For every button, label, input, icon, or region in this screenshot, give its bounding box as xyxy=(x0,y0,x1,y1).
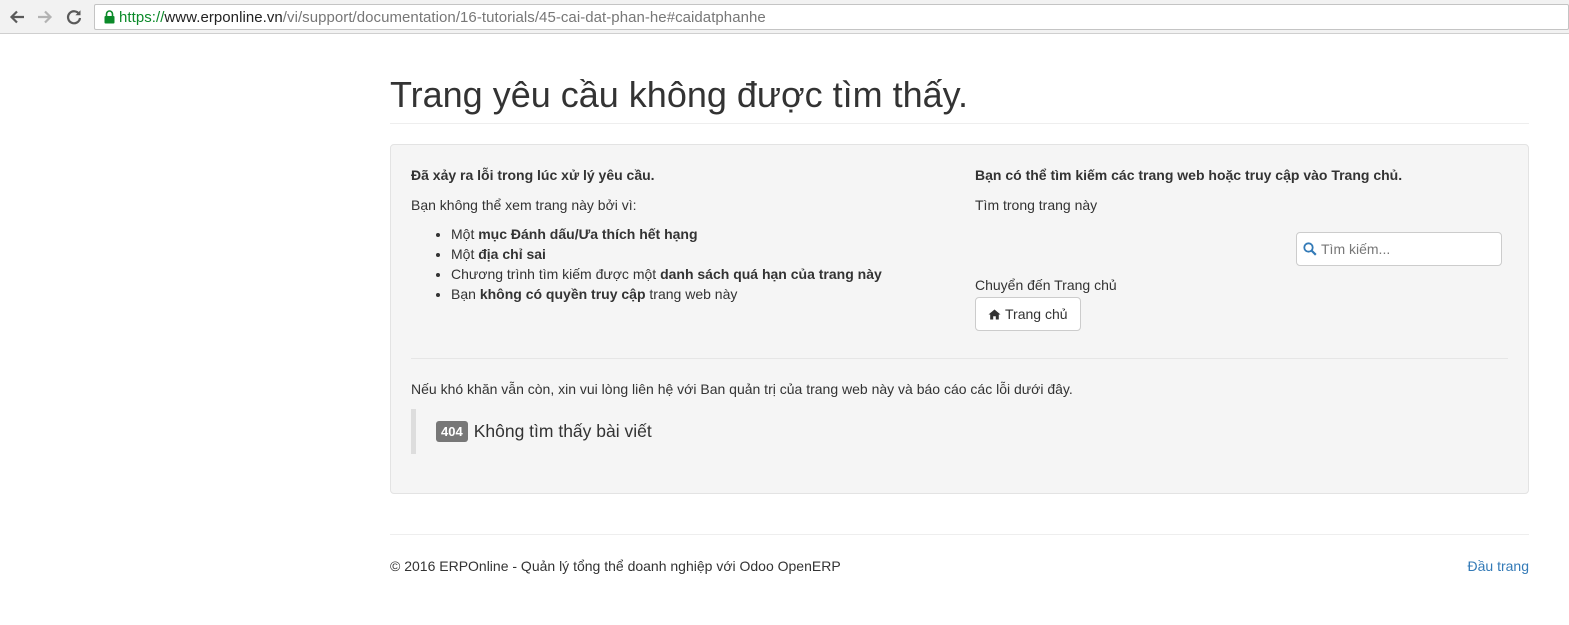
error-panel: Đã xảy ra lỗi trong lúc xử lý yêu cầu. B… xyxy=(390,144,1529,494)
home-button-label: Trang chủ xyxy=(1005,306,1068,322)
url-host: www.erponline.vn xyxy=(164,8,283,26)
reason-item: Một địa chỉ sai xyxy=(451,244,951,264)
panel-divider xyxy=(411,358,1508,359)
home-button[interactable]: Trang chủ xyxy=(975,297,1081,331)
reason-text: Một xyxy=(451,226,479,242)
reason-text: trang web này xyxy=(645,286,738,302)
reason-text: Bạn xyxy=(451,286,480,302)
reload-icon[interactable] xyxy=(64,7,84,27)
back-arrow-icon[interactable] xyxy=(7,7,27,27)
forward-arrow-icon[interactable] xyxy=(35,7,55,27)
url-text: https://www.erponline.vn/vi/support/docu… xyxy=(119,9,766,26)
title-divider xyxy=(390,123,1529,124)
reason-item: Bạn không có quyền truy cập trang web nà… xyxy=(451,284,951,304)
search-label: Tìm trong trang này xyxy=(975,197,1098,213)
reason-text: Chương trình tìm kiếm được một xyxy=(451,266,661,282)
home-icon xyxy=(988,309,1001,320)
reason-item: Một mục Đánh dấu/Ưa thích hết hạng xyxy=(451,224,951,244)
contact-text: Nếu khó khăn vẫn còn, xin vui lòng liên … xyxy=(411,381,1073,397)
search-box[interactable] xyxy=(1296,232,1502,266)
address-bar[interactable]: https://www.erponline.vn/vi/support/docu… xyxy=(94,4,1569,30)
search-heading: Bạn có thể tìm kiếm các trang web hoặc t… xyxy=(975,167,1403,183)
error-reasons-column: Đã xảy ra lỗi trong lúc xử lý yêu cầu. B… xyxy=(411,165,951,304)
reasons-list: Một mục Đánh dấu/Ưa thích hết hạng Một đ… xyxy=(411,224,951,304)
search-input[interactable] xyxy=(1321,241,1491,257)
error-message: Không tìm thấy bài viết xyxy=(473,421,652,441)
browser-toolbar: https://www.erponline.vn/vi/support/docu… xyxy=(0,0,1569,34)
url-scheme: https:// xyxy=(119,8,165,26)
lock-icon xyxy=(101,4,117,30)
footer-copyright: © 2016 ERPOnline - Quản lý tổng thể doan… xyxy=(390,558,841,574)
reason-item: Chương trình tìm kiếm được một danh sách… xyxy=(451,264,951,284)
back-to-top-link[interactable]: Đầu trang xyxy=(1468,556,1529,576)
footer-divider xyxy=(390,534,1529,535)
search-icon xyxy=(1303,242,1317,256)
reason-bold-text: mục Đánh dấu/Ưa thích hết hạng xyxy=(478,226,698,242)
reason-bold-text: không có quyền truy cập xyxy=(479,286,646,302)
home-label: Chuyển đến Trang chủ xyxy=(975,277,1117,293)
page-title: Trang yêu cầu không được tìm thấy. xyxy=(390,74,968,115)
error-blockquote: 404 Không tìm thấy bài viết xyxy=(411,409,652,454)
reasons-intro: Bạn không thể xem trang này bởi vì: xyxy=(411,197,637,213)
reason-bold-text: địa chỉ sai xyxy=(478,246,546,262)
reason-text: Một xyxy=(451,246,479,262)
url-path: /vi/support/documentation/16-tutorials/4… xyxy=(282,8,766,26)
reason-bold-text: danh sách quá hạn của trang này xyxy=(660,266,882,282)
error-code-badge: 404 xyxy=(436,421,468,442)
search-home-column: Bạn có thể tìm kiếm các trang web hoặc t… xyxy=(975,165,1515,331)
error-heading: Đã xảy ra lỗi trong lúc xử lý yêu cầu. xyxy=(411,167,655,183)
